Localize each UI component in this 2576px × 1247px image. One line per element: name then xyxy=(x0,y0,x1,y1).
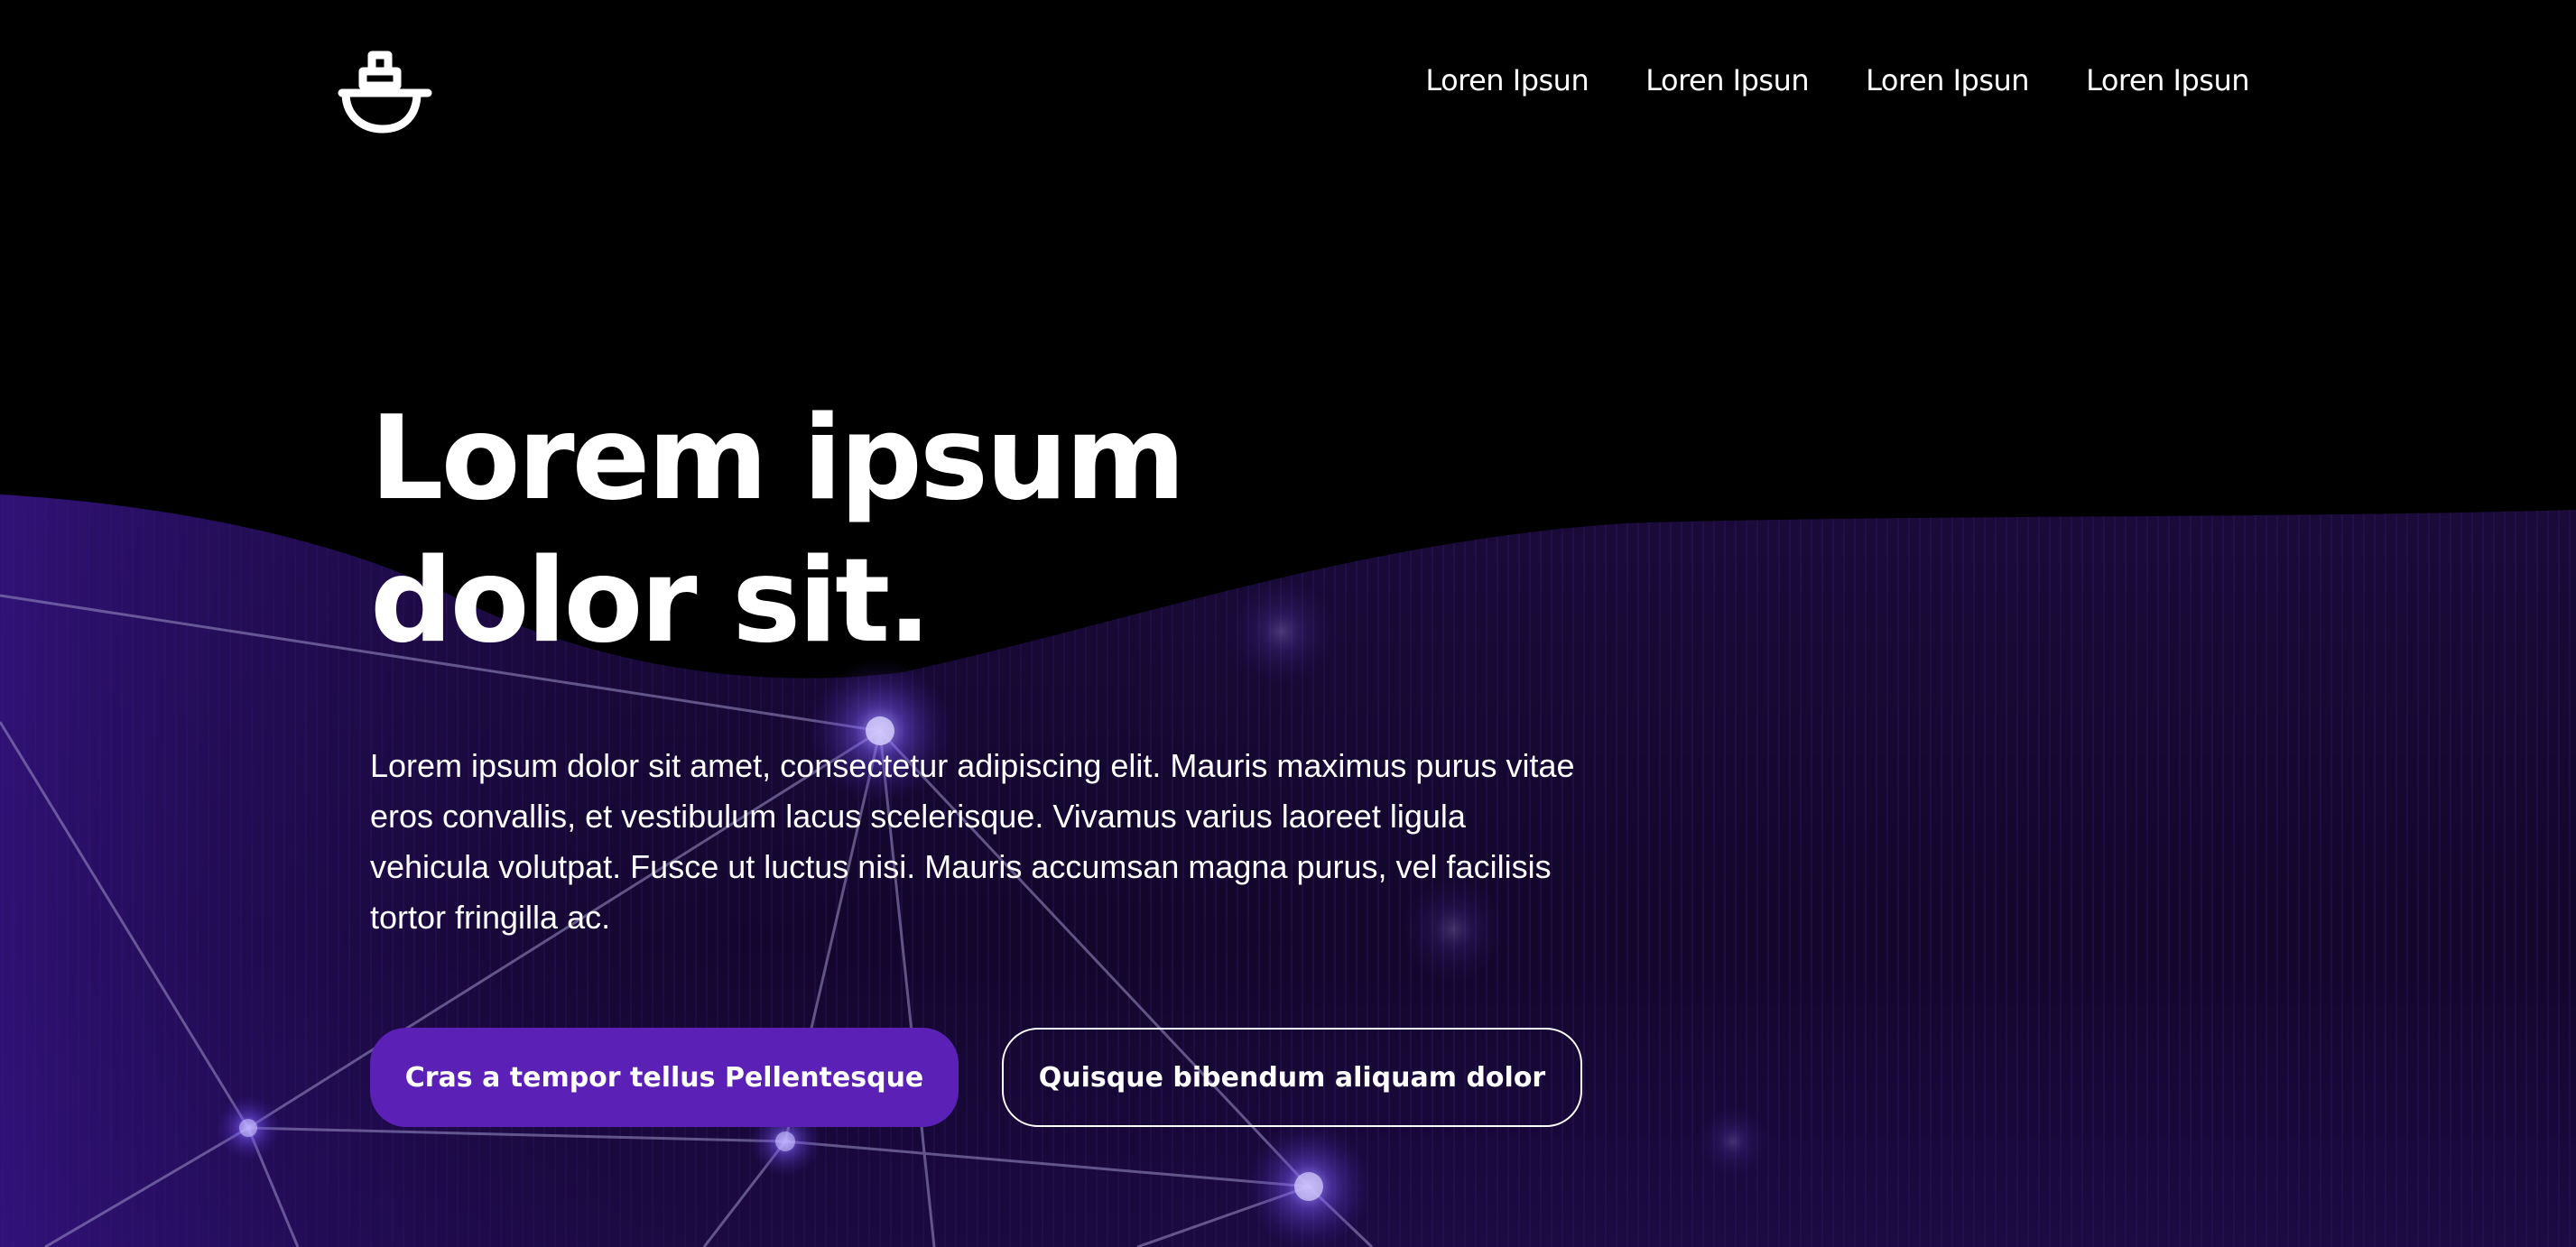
hero-description: Lorem ipsum dolor sit amet, consectetur … xyxy=(370,747,1575,936)
secondary-cta-button[interactable]: Quisque bibendum aliquam dolor xyxy=(1002,1028,1582,1127)
landing-page: Loren Ipsun Loren Ipsun Loren Ipsun Lore… xyxy=(0,0,2576,1247)
hero-actions: Cras a tempor tellus Pellentesque Quisqu… xyxy=(370,1028,1582,1127)
primary-cta-button[interactable]: Cras a tempor tellus Pellentesque xyxy=(370,1028,959,1127)
nav-link-3[interactable]: Loren Ipsun xyxy=(1866,59,2029,102)
nav-link-2[interactable]: Loren Ipsun xyxy=(1645,59,1809,102)
nav-link-4[interactable]: Loren Ipsun xyxy=(2086,59,2249,102)
ship-icon[interactable] xyxy=(338,39,437,138)
site-header: Loren Ipsun Loren Ipsun Loren Ipsun Lore… xyxy=(0,12,2576,147)
main-nav: Loren Ipsun Loren Ipsun Loren Ipsun Lore… xyxy=(1425,59,2249,102)
hero-title: Lorem ipsum dolor sit. xyxy=(370,392,1186,669)
hero-section: Lorem ipsum dolor sit. Lorem ipsum dolor… xyxy=(370,388,1634,943)
nav-link-1[interactable]: Loren Ipsun xyxy=(1425,59,1589,102)
